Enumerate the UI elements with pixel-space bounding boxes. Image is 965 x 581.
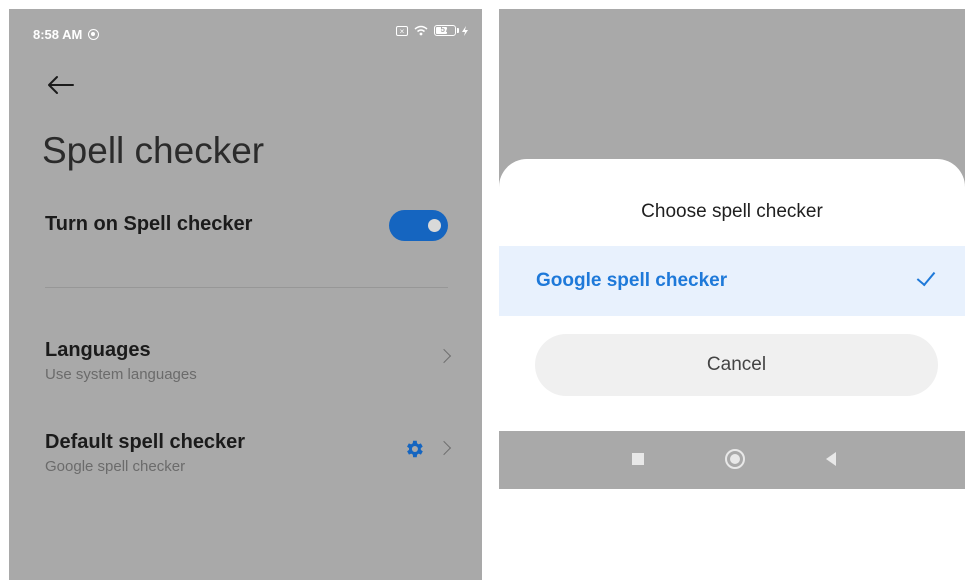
option-label: Google spell checker: [536, 270, 728, 291]
option-google-spell-checker[interactable]: Google spell checker: [499, 246, 965, 316]
settings-screen: 8:58 AM × 57 Spell checker Turn on Spell…: [9, 9, 482, 580]
dialog-title: Choose spell checker: [641, 201, 823, 222]
back-arrow-icon[interactable]: [45, 73, 75, 97]
battery-icon: 57: [434, 25, 459, 36]
languages-subtitle: Use system languages: [45, 366, 197, 383]
default-checker-title: Default spell checker: [45, 431, 246, 453]
bottom-sheet: Choose spell checker Google spell checke…: [499, 159, 965, 431]
divider: [45, 287, 448, 288]
languages-title: Languages: [45, 339, 151, 361]
screen-record-icon: [88, 29, 100, 40]
toggle-label: Turn on Spell checker: [45, 213, 253, 235]
charging-icon: [462, 25, 468, 36]
battery-level: 57: [440, 25, 450, 34]
recents-icon[interactable]: [632, 453, 644, 465]
toggle-knob: [428, 219, 441, 232]
languages-row[interactable]: Languages Use system languages: [45, 339, 455, 383]
navigation-bar: [499, 431, 965, 489]
default-spell-checker-row[interactable]: Default spell checker Google spell check…: [45, 431, 455, 475]
status-bar-right: × 57: [396, 25, 468, 36]
checkmark-icon: [916, 266, 936, 287]
status-time: 8:58 AM: [33, 27, 83, 42]
page-title: Spell checker: [42, 130, 265, 171]
status-bar-left: 8:58 AM: [33, 27, 100, 42]
dialog-screen: Choose spell checker Google spell checke…: [499, 9, 965, 489]
no-sim-icon: ×: [396, 25, 408, 36]
gear-icon[interactable]: [403, 438, 425, 460]
default-checker-subtitle: Google spell checker: [45, 458, 186, 475]
wifi-icon: [414, 25, 428, 36]
spell-checker-toggle[interactable]: [389, 210, 448, 241]
cancel-button[interactable]: Cancel: [535, 334, 938, 396]
home-icon[interactable]: [725, 449, 745, 469]
nav-back-icon[interactable]: [826, 452, 836, 466]
